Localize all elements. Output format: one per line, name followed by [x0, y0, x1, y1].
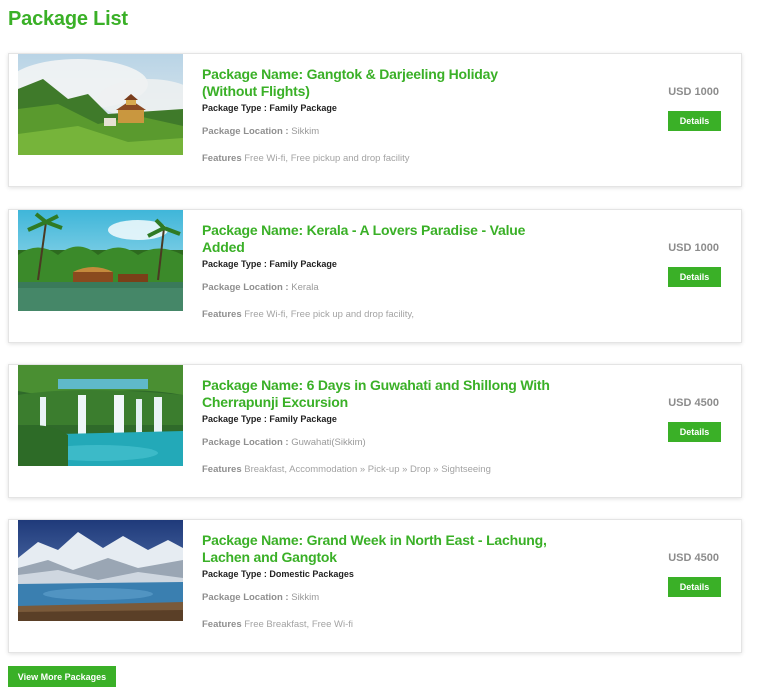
package-features: Features Free Wi-fi, Free pick up and dr…	[202, 309, 552, 320]
package-card: Package Name: 6 Days in Guwahati and Shi…	[8, 364, 742, 498]
package-price: USD 4500	[668, 552, 719, 564]
package-location: Package Location : Sikkim	[202, 592, 552, 603]
package-price: USD 1000	[668, 242, 719, 254]
package-location-value: Guwahati(Sikkim)	[291, 437, 366, 448]
package-location-label: Package Location :	[202, 592, 289, 603]
package-name[interactable]: Package Name: 6 Days in Guwahati and Shi…	[202, 377, 552, 411]
package-features: Features Free Breakfast, Free Wi-fi	[202, 619, 552, 630]
details-button[interactable]: Details	[668, 111, 721, 131]
package-features-value: Free Breakfast, Free Wi-fi	[244, 619, 353, 630]
package-location-label: Package Location :	[202, 282, 289, 293]
package-type: Package Type : Family Package	[202, 259, 552, 269]
package-features: Features Free Wi-fi, Free pickup and dro…	[202, 153, 552, 164]
package-name[interactable]: Package Name: Kerala - A Lovers Paradise…	[202, 222, 552, 256]
package-info: Package Name: 6 Days in Guwahati and Shi…	[202, 377, 552, 475]
package-location-value: Kerala	[291, 282, 319, 293]
package-location-label: Package Location :	[202, 437, 289, 448]
package-image[interactable]	[18, 520, 183, 621]
package-type-value: Family Package	[269, 414, 337, 424]
package-features-value: Free Wi-fi, Free pick up and drop facili…	[244, 309, 415, 320]
package-image[interactable]	[18, 365, 183, 466]
package-type-value: Family Package	[269, 103, 337, 113]
package-info: Package Name: Gangtok & Darjeeling Holid…	[202, 66, 552, 164]
package-card: Package Name: Kerala - A Lovers Paradise…	[8, 209, 742, 343]
view-more-packages-button[interactable]: View More Packages	[8, 666, 116, 687]
package-features-label: Features	[202, 309, 242, 320]
package-name[interactable]: Package Name: Grand Week in North East -…	[202, 532, 552, 566]
package-card: Package Name: Grand Week in North East -…	[8, 519, 742, 653]
package-features-label: Features	[202, 153, 242, 164]
package-info: Package Name: Grand Week in North East -…	[202, 532, 552, 630]
package-type: Package Type : Family Package	[202, 414, 552, 424]
package-type-label: Package Type :	[202, 103, 267, 113]
package-features-value: Free Wi-fi, Free pickup and drop facilit…	[244, 153, 410, 164]
package-info: Package Name: Kerala - A Lovers Paradise…	[202, 222, 552, 320]
package-type-label: Package Type :	[202, 569, 267, 579]
package-price: USD 4500	[668, 397, 719, 409]
package-location: Package Location : Guwahati(Sikkim)	[202, 437, 552, 448]
package-features-value: Breakfast, Accommodation » Pick-up » Dro…	[244, 464, 491, 475]
package-features: Features Breakfast, Accommodation » Pick…	[202, 464, 552, 475]
package-name[interactable]: Package Name: Gangtok & Darjeeling Holid…	[202, 66, 552, 100]
package-type-value: Family Package	[269, 259, 337, 269]
page-title: Package List	[8, 8, 128, 30]
package-type: Package Type : Family Package	[202, 103, 552, 113]
package-image[interactable]	[18, 54, 183, 155]
details-button[interactable]: Details	[668, 267, 721, 287]
package-location-value: Sikkim	[291, 592, 320, 603]
package-price: USD 1000	[668, 86, 719, 98]
package-features-label: Features	[202, 464, 242, 475]
package-location: Package Location : Kerala	[202, 282, 552, 293]
package-type-label: Package Type :	[202, 259, 267, 269]
package-type-value: Domestic Packages	[269, 569, 354, 579]
package-features-label: Features	[202, 619, 242, 630]
package-type-label: Package Type :	[202, 414, 267, 424]
package-card: Package Name: Gangtok & Darjeeling Holid…	[8, 53, 742, 187]
package-location-label: Package Location :	[202, 126, 289, 137]
package-location-value: Sikkim	[291, 126, 320, 137]
details-button[interactable]: Details	[668, 577, 721, 597]
package-type: Package Type : Domestic Packages	[202, 569, 552, 579]
details-button[interactable]: Details	[668, 422, 721, 442]
package-image[interactable]	[18, 210, 183, 311]
package-location: Package Location : Sikkim	[202, 126, 552, 137]
